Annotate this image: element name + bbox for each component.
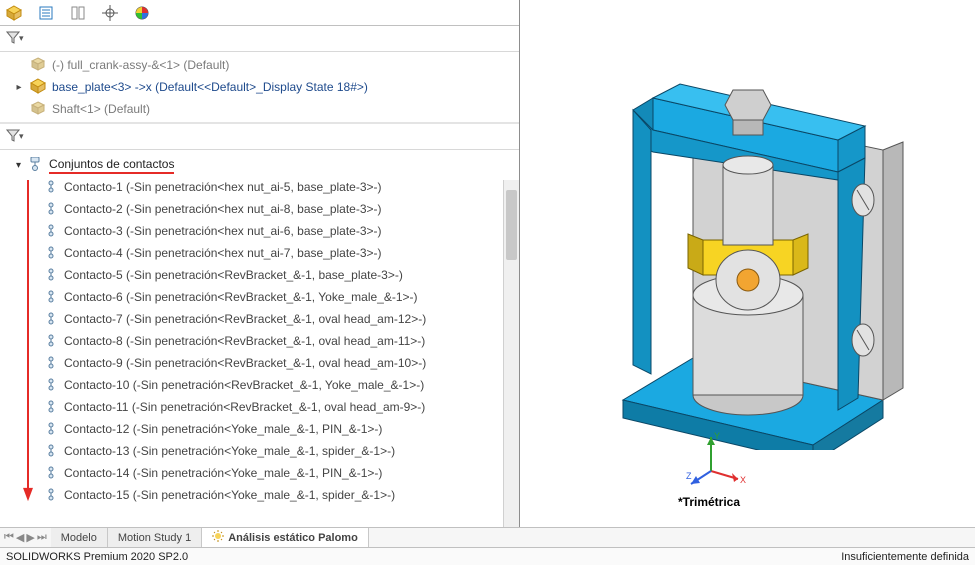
component-row[interactable]: (-) full_crank-assy-&<1> (Default)	[0, 54, 519, 76]
status-definition: Insuficientemente definida	[841, 551, 969, 563]
tab-label: Modelo	[61, 532, 97, 544]
tab-crosshair-icon[interactable]	[100, 3, 120, 23]
contact-item[interactable]: Contacto-8 (-Sin penetración<RevBracket_…	[44, 330, 501, 352]
filter-row-study: ▾	[0, 124, 519, 150]
component-row[interactable]: Shaft<1> (Default)	[0, 98, 519, 120]
tab-assembly-icon[interactable]	[4, 3, 24, 23]
viewport[interactable]: X Y Z *Trimétrica	[520, 0, 975, 527]
contact-sets-label: Conjuntos de contactos	[49, 157, 174, 174]
dropdown-arrow-icon[interactable]: ▾	[19, 131, 24, 142]
contact-label: Contacto-13 (-Sin penetración<Yoke_male_…	[64, 444, 395, 458]
contact-label: Contacto-6 (-Sin penetración<RevBracket_…	[64, 290, 418, 304]
contact-label: Contacto-11 (-Sin penetración<RevBracket…	[64, 400, 425, 414]
contact-set-icon	[27, 157, 43, 174]
contact-label: Contacto-8 (-Sin penetración<RevBracket_…	[64, 334, 425, 348]
tab-analysis[interactable]: Análisis estático Palomo	[202, 528, 369, 548]
contact-item[interactable]: Contacto-5 (-Sin penetración<RevBracket_…	[44, 264, 501, 286]
collapse-arrow-icon[interactable]: ▾	[16, 160, 21, 171]
tab-next-icon[interactable]: ▶	[26, 531, 34, 544]
sun-icon	[212, 530, 224, 545]
contact-icon	[44, 245, 58, 262]
contact-icon	[44, 399, 58, 416]
model-preview	[583, 50, 913, 450]
contact-icon	[44, 487, 58, 504]
funnel-icon[interactable]	[6, 128, 20, 145]
contact-icon	[44, 311, 58, 328]
contact-sets-header[interactable]: ▾ Conjuntos de contactos	[16, 154, 501, 176]
status-bar: SOLIDWORKS Premium 2020 SP2.0 Insuficien…	[0, 547, 975, 565]
assembly-dim-icon	[30, 56, 46, 75]
bottom-tab-bar: ⏮ ◀ ▶ ⏭ Modelo Motion Study 1 Análisis e…	[0, 527, 975, 547]
contact-label: Contacto-7 (-Sin penetración<RevBracket_…	[64, 312, 426, 326]
contact-item[interactable]: Contacto-10 (-Sin penetración<RevBracket…	[44, 374, 501, 396]
contact-label: Contacto-5 (-Sin penetración<RevBracket_…	[64, 268, 403, 282]
contact-item[interactable]: Contacto-3 (-Sin penetración<hex nut_ai-…	[44, 220, 501, 242]
contact-icon	[44, 179, 58, 196]
contact-icon	[44, 377, 58, 394]
tab-last-icon[interactable]: ⏭	[37, 531, 47, 544]
contact-list: Contacto-1 (-Sin penetración<hex nut_ai-…	[44, 176, 501, 506]
contact-item[interactable]: Contacto-9 (-Sin penetración<RevBracket_…	[44, 352, 501, 374]
contact-label: Contacto-3 (-Sin penetración<hex nut_ai-…	[64, 224, 382, 238]
tab-label: Motion Study 1	[118, 532, 191, 544]
contact-label: Contacto-14 (-Sin penetración<Yoke_male_…	[64, 466, 382, 480]
tab-first-icon[interactable]: ⏮	[4, 531, 14, 544]
contact-icon	[44, 421, 58, 438]
component-row[interactable]: ▸ base_plate<3> ->x (Default<<Default>_D…	[0, 76, 519, 98]
left-panel: ▾ (-) full_crank-assy-&<1> (Default) ▸ b…	[0, 0, 520, 527]
contact-label: Contacto-12 (-Sin penetración<Yoke_male_…	[64, 422, 382, 436]
contact-item[interactable]: Contacto-4 (-Sin penetración<hex nut_ai-…	[44, 242, 501, 264]
study-section: ▾ Conjuntos de contactos Contacto-1 (-Si…	[0, 150, 519, 527]
component-tree: (-) full_crank-assy-&<1> (Default) ▸ bas…	[0, 52, 519, 122]
tab-label: Análisis estático Palomo	[228, 532, 358, 544]
contact-item[interactable]: Contacto-1 (-Sin penetración<hex nut_ai-…	[44, 176, 501, 198]
svg-text:Z: Z	[686, 471, 692, 481]
svg-text:X: X	[740, 475, 746, 485]
assembly-icon	[30, 78, 46, 97]
contact-icon	[44, 465, 58, 482]
contact-icon	[44, 333, 58, 350]
funnel-icon[interactable]	[6, 30, 20, 47]
svg-text:Y: Y	[714, 431, 720, 441]
contact-item[interactable]: Contacto-6 (-Sin penetración<RevBracket_…	[44, 286, 501, 308]
contact-label: Contacto-1 (-Sin penetración<hex nut_ai-…	[64, 180, 382, 194]
component-label: (-) full_crank-assy-&<1> (Default)	[52, 58, 229, 72]
contact-item[interactable]: Contacto-15 (-Sin penetración<Yoke_male_…	[44, 484, 501, 506]
status-version: SOLIDWORKS Premium 2020 SP2.0	[6, 551, 188, 563]
contact-item[interactable]: Contacto-2 (-Sin penetración<hex nut_ai-…	[44, 198, 501, 220]
tab-prev-icon[interactable]: ◀	[16, 531, 24, 544]
dropdown-arrow-icon[interactable]: ▾	[19, 33, 24, 44]
contact-item[interactable]: Contacto-12 (-Sin penetración<Yoke_male_…	[44, 418, 501, 440]
contact-item[interactable]: Contacto-13 (-Sin penetración<Yoke_male_…	[44, 440, 501, 462]
contact-label: Contacto-15 (-Sin penetración<Yoke_male_…	[64, 488, 395, 502]
contact-item[interactable]: Contacto-14 (-Sin penetración<Yoke_male_…	[44, 462, 501, 484]
contact-item[interactable]: Contacto-11 (-Sin penetración<RevBracket…	[44, 396, 501, 418]
component-label: base_plate<3> ->x (Default<<Default>_Dis…	[52, 80, 368, 94]
tab-config-icon[interactable]	[68, 3, 88, 23]
tab-motion-study[interactable]: Motion Study 1	[108, 528, 202, 548]
tab-nav[interactable]: ⏮ ◀ ▶ ⏭	[0, 531, 51, 544]
contact-label: Contacto-10 (-Sin penetración<RevBracket…	[64, 378, 424, 392]
contact-icon	[44, 223, 58, 240]
contact-label: Contacto-4 (-Sin penetración<hex nut_ai-…	[64, 246, 382, 260]
contact-icon	[44, 443, 58, 460]
contact-label: Contacto-2 (-Sin penetración<hex nut_ai-…	[64, 202, 382, 216]
view-orientation-label: *Trimétrica	[678, 495, 740, 509]
contact-label: Contacto-9 (-Sin penetración<RevBracket_…	[64, 356, 426, 370]
contact-icon	[44, 355, 58, 372]
tab-properties-icon[interactable]	[36, 3, 56, 23]
contact-item[interactable]: Contacto-7 (-Sin penetración<RevBracket_…	[44, 308, 501, 330]
axis-triad-icon: X Y Z	[686, 429, 746, 489]
tab-appearance-icon[interactable]	[132, 3, 152, 23]
expand-arrow-icon[interactable]: ▸	[14, 82, 24, 93]
assembly-dim-icon	[30, 100, 46, 119]
filter-row-top: ▾	[0, 26, 519, 52]
contact-icon	[44, 289, 58, 306]
component-label: Shaft<1> (Default)	[52, 102, 150, 116]
contact-icon	[44, 201, 58, 218]
contact-icon	[44, 267, 58, 284]
panel-tab-strip	[0, 0, 519, 26]
tab-modelo[interactable]: Modelo	[51, 528, 108, 548]
